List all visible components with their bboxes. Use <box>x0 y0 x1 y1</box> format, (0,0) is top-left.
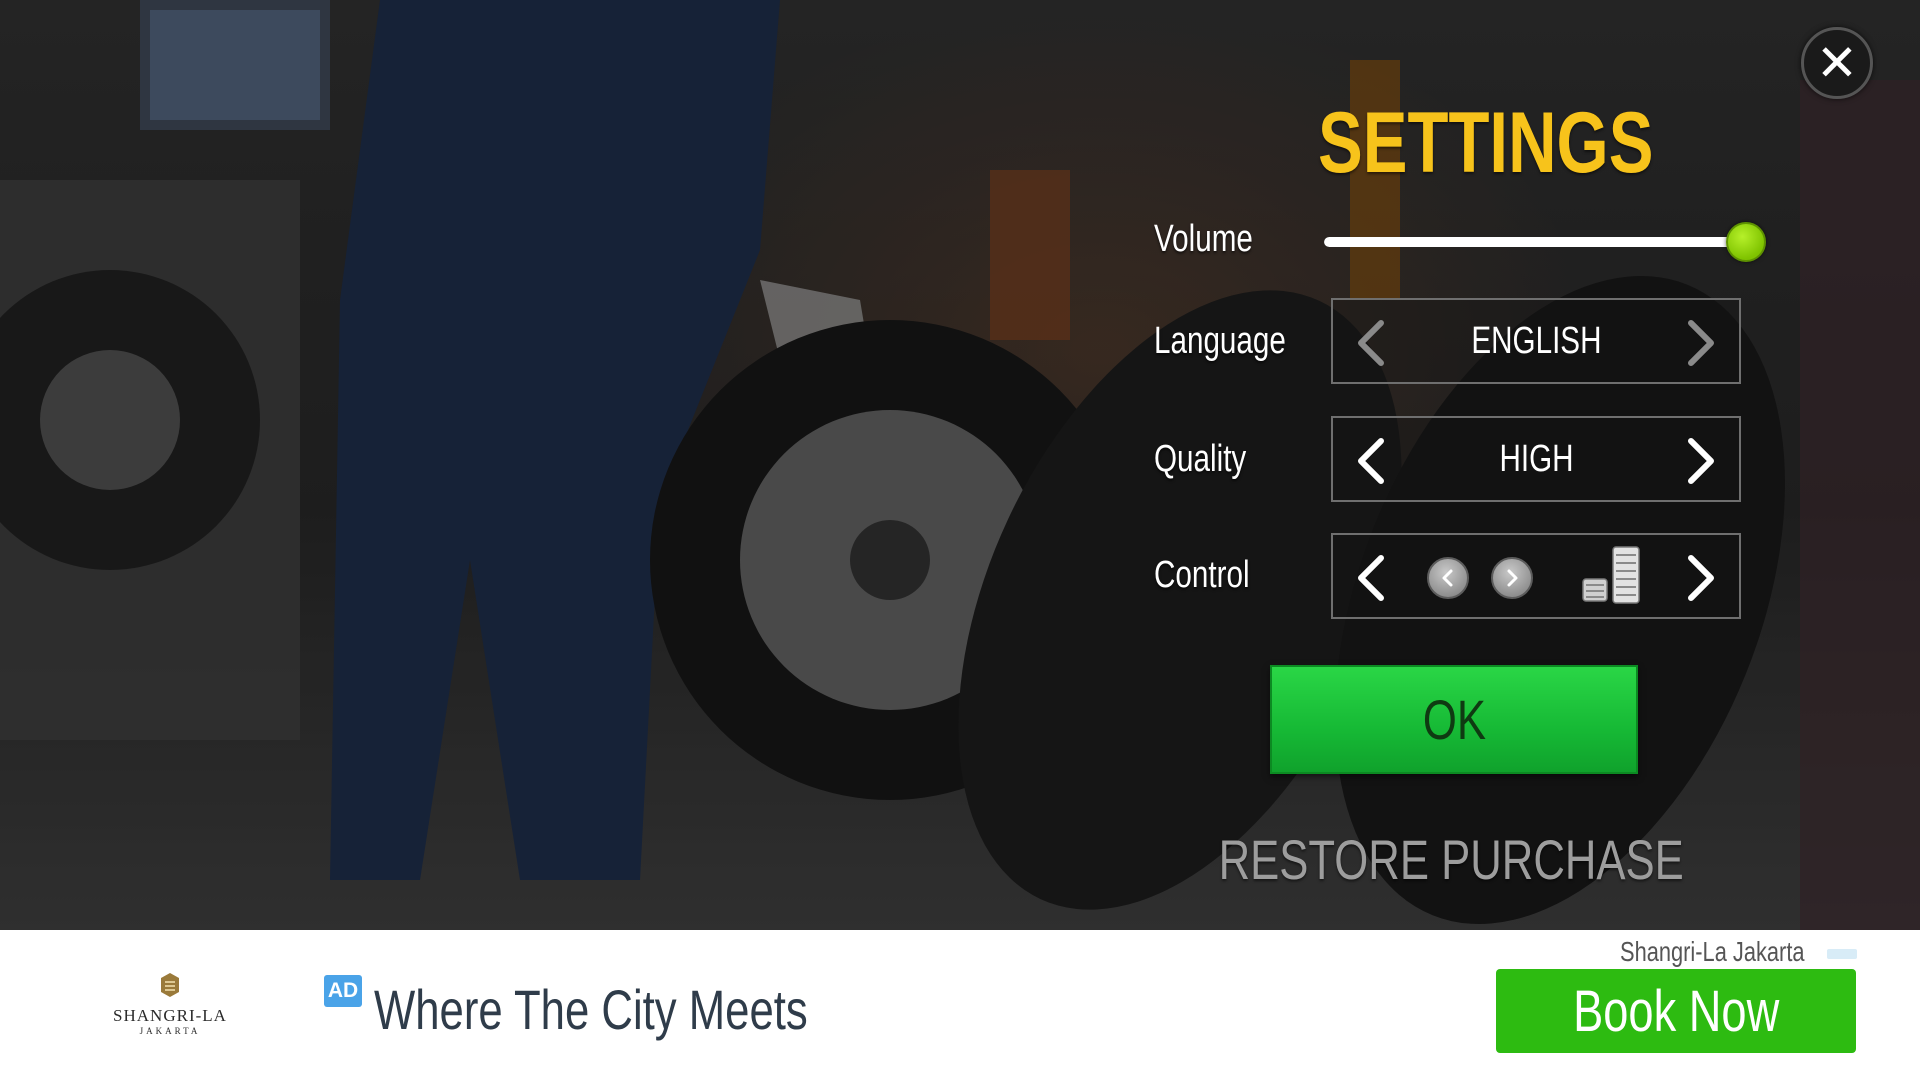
right-arrow-button-icon <box>1491 557 1533 599</box>
logo-name-text: SHANGRI-LA <box>113 1006 227 1025</box>
book-now-label: Book Now <box>1572 978 1780 1044</box>
quality-label: Quality <box>1154 438 1247 480</box>
ad-advertiser-name: Shangri-La Jakarta <box>1620 936 1805 967</box>
quality-next-button[interactable] <box>1669 431 1729 491</box>
control-selector <box>1331 533 1741 619</box>
chevron-right-icon <box>1688 438 1714 484</box>
volume-slider-thumb[interactable] <box>1726 222 1766 262</box>
ad-headline[interactable]: Where The City Meets <box>374 982 930 1038</box>
ad-banner[interactable]: SHANGRI-LA JAKARTA AD Where The City Mee… <box>0 930 1920 1080</box>
settings-title: SETTINGS <box>1318 95 1654 191</box>
ad-badge: AD <box>324 975 362 1007</box>
language-next-button[interactable] <box>1669 313 1729 373</box>
control-label: Control <box>1154 554 1250 596</box>
volume-fill <box>1324 237 1736 247</box>
quality-value: HIGH <box>1498 437 1574 480</box>
volume-track <box>1324 237 1736 247</box>
ok-button[interactable]: OK <box>1270 665 1638 774</box>
volume-slider[interactable] <box>1324 222 1766 262</box>
pedals-icon <box>1582 546 1640 604</box>
advertiser-logo: SHANGRI-LA JAKARTA <box>100 972 240 1052</box>
close-button[interactable]: ✕ <box>1801 27 1873 99</box>
close-icon: ✕ <box>1816 35 1858 91</box>
chevron-left-icon <box>1358 555 1384 601</box>
restore-purchase-label: RESTORE PURCHASE <box>1218 827 1684 891</box>
ad-choices-icon[interactable] <box>1827 949 1857 959</box>
language-selector: ENGLISH <box>1331 298 1741 384</box>
control-next-button[interactable] <box>1669 548 1729 608</box>
game-screen: ✕ SETTINGS Volume Language ENGLISH Quali… <box>0 0 1920 1080</box>
ok-button-label: OK <box>1422 688 1486 751</box>
logo-sub-text: JAKARTA <box>139 1025 201 1036</box>
book-now-button[interactable]: Book Now <box>1496 969 1856 1053</box>
language-label: Language <box>1154 320 1286 362</box>
volume-label: Volume <box>1154 218 1253 260</box>
shangri-la-logo-icon <box>161 973 179 997</box>
left-arrow-button-icon <box>1427 557 1469 599</box>
language-value: ENGLISH <box>1470 319 1602 362</box>
chevron-right-icon <box>1688 555 1714 601</box>
chevron-right-icon <box>1688 320 1714 366</box>
quality-selector: HIGH <box>1331 416 1741 502</box>
control-prev-button[interactable] <box>1343 548 1403 608</box>
restore-purchase-button[interactable]: RESTORE PURCHASE <box>1218 827 1683 891</box>
